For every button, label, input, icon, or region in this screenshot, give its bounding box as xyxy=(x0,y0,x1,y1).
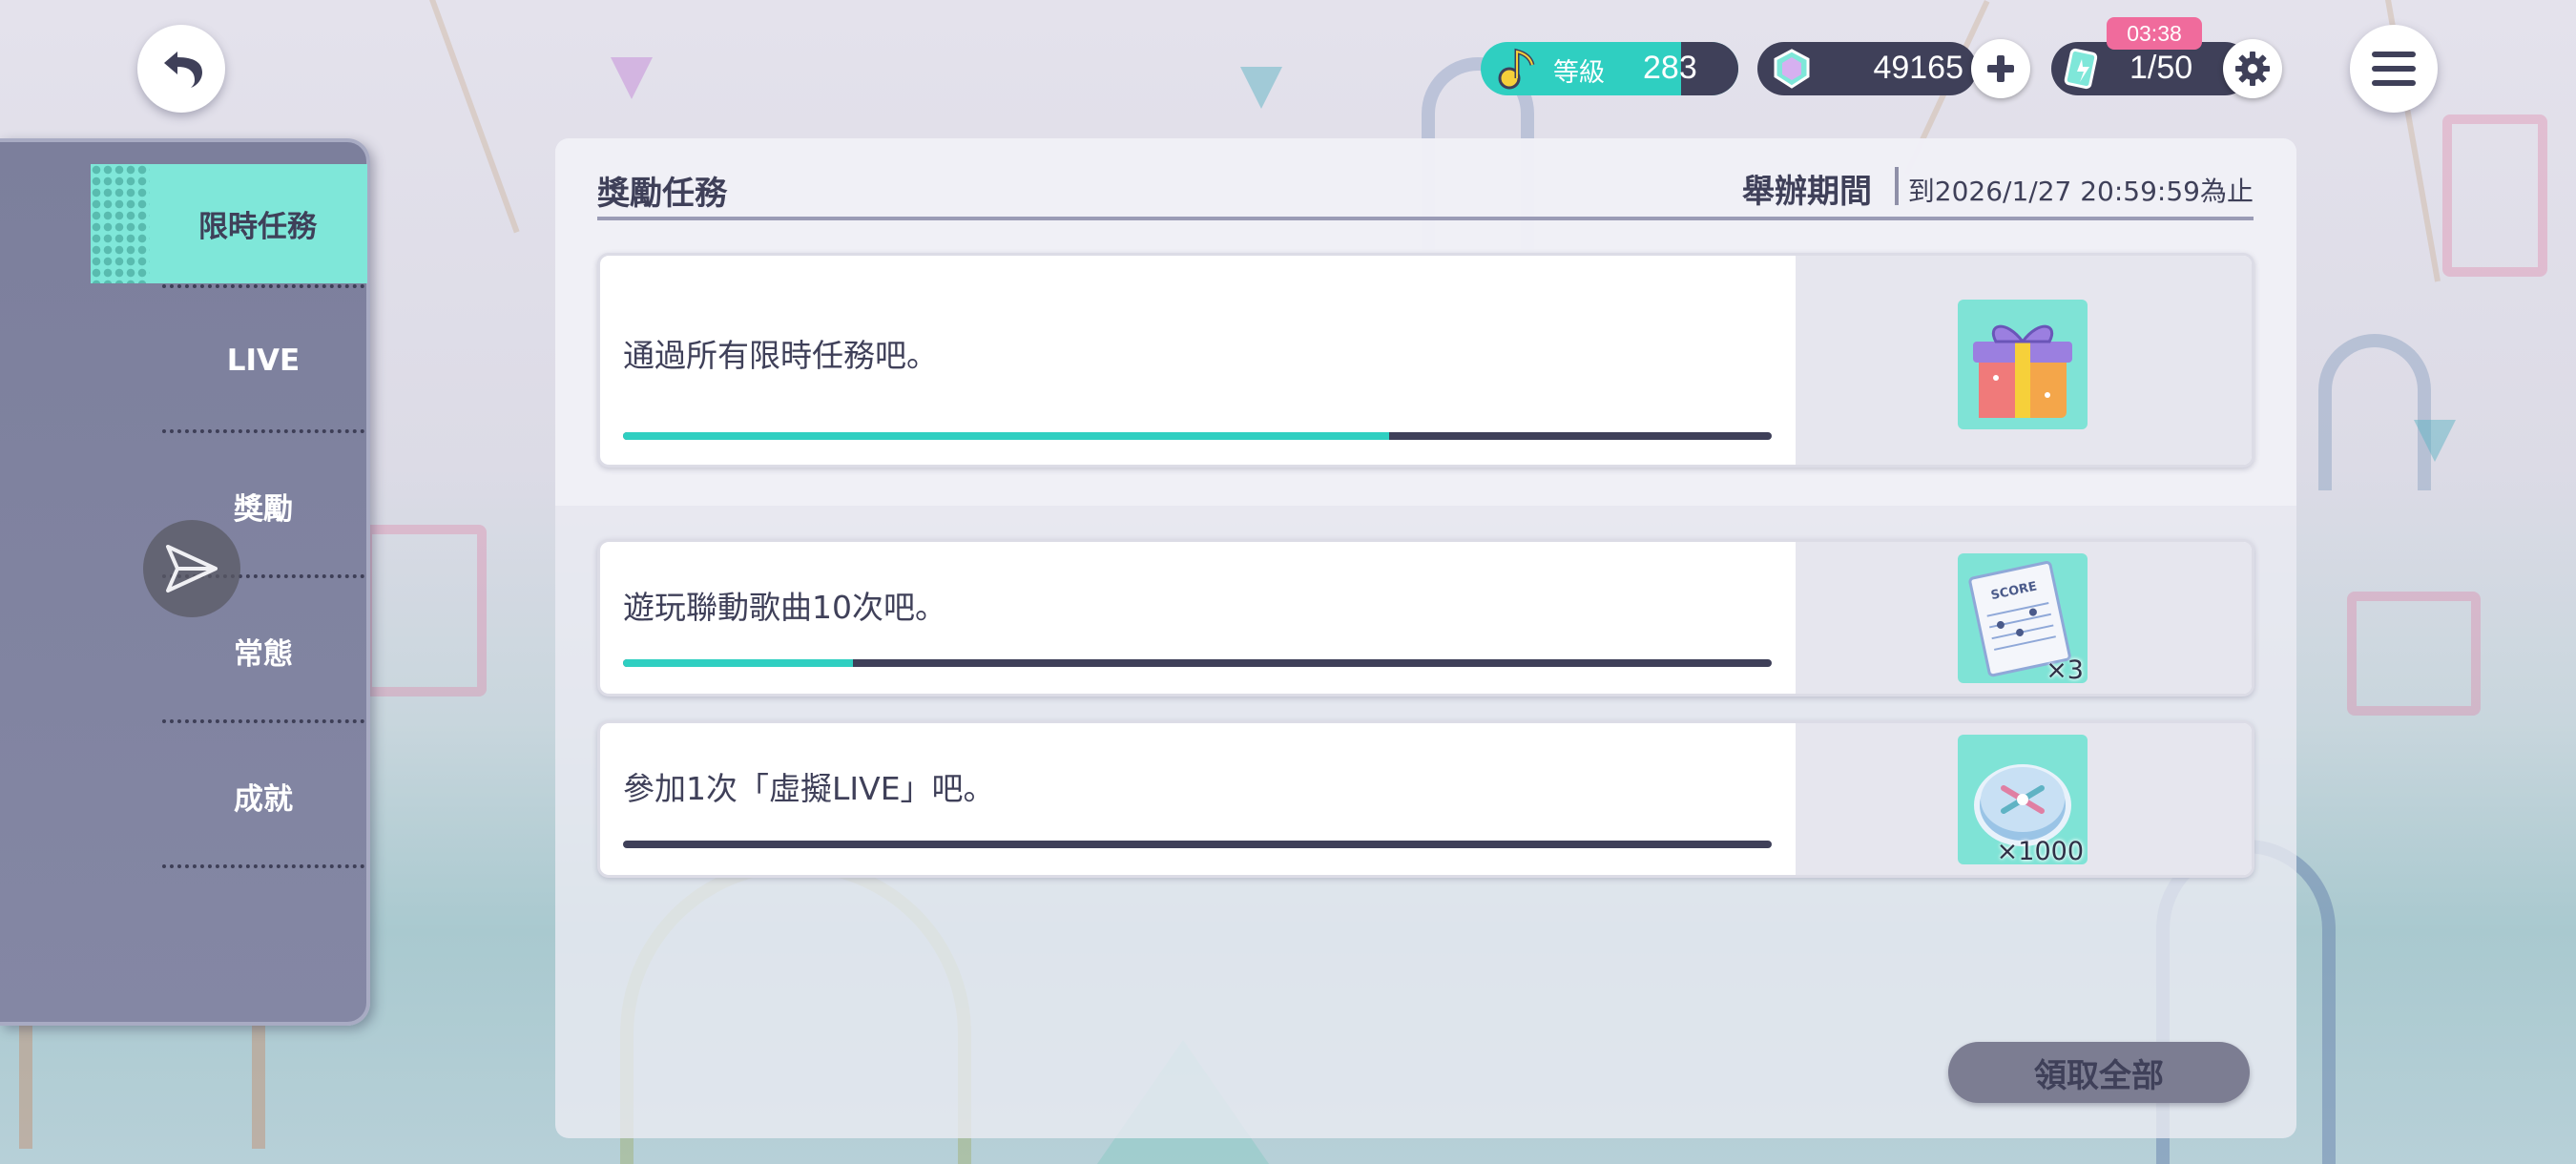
progress-fill xyxy=(623,432,1390,440)
mission-progress-bar xyxy=(623,432,1772,440)
paper-plane-icon xyxy=(166,545,218,592)
reward-quantity: ×1000 xyxy=(1996,837,2084,866)
level-label: 等級 xyxy=(1553,58,1605,88)
sidebar-item-live[interactable]: LIVE xyxy=(162,288,364,433)
hamburger-menu-icon xyxy=(2372,52,2416,86)
sidebar-item-label: 常態 xyxy=(234,636,293,672)
sidebar-item-label: 成就 xyxy=(234,781,293,817)
sidebar-item-label: LIVE xyxy=(226,343,301,378)
sidebar-item-label: 獎勵 xyxy=(234,491,293,527)
reward-area: ×1000 xyxy=(1796,723,2252,875)
gem-currency-display: 49165 xyxy=(1757,42,1977,95)
panel-title: 獎勵任務 xyxy=(597,175,727,213)
level-display: 等級 283 xyxy=(1481,42,1738,95)
back-button[interactable] xyxy=(137,25,225,113)
reward-missions-panel: 獎勵任務 舉辦期間 到2026/1/27 20:59:59為止 通過所有限時任務… xyxy=(555,138,2296,1138)
claim-all-button[interactable]: 領取全部 xyxy=(1948,1042,2250,1103)
stamina-display: 1/50 xyxy=(2051,42,2252,95)
gem-icon xyxy=(1771,48,1813,94)
gear-icon xyxy=(2235,52,2270,86)
reward-quantity: ×3 xyxy=(2046,655,2084,685)
gem-count: 49165 xyxy=(1873,50,1963,86)
panel-header: 獎勵任務 舉辦期間 到2026/1/27 20:59:59為止 xyxy=(597,159,2254,220)
mission-progress-bar xyxy=(623,841,1772,848)
event-period-value: 到2026/1/27 20:59:59為止 xyxy=(1907,176,2254,207)
floating-assist-button[interactable] xyxy=(143,520,240,617)
back-arrow-icon xyxy=(164,52,202,88)
mission-progress-bar xyxy=(623,659,1772,667)
plus-icon xyxy=(1987,55,2014,82)
stamina-count: 1/50 xyxy=(2129,50,2193,86)
stamina-timer: 03:38 xyxy=(2127,20,2182,46)
claim-all-label: 領取全部 xyxy=(2034,1056,2164,1095)
reward-area xyxy=(1796,256,2252,465)
mission-text: 參加1次「虛擬LIVE」吧。 xyxy=(623,770,995,807)
sidebar-divider xyxy=(162,864,364,868)
score-sheet-icon: SCORE ×3 xyxy=(1958,553,2088,685)
mission-card[interactable]: 遊玩聯動歌曲10次吧。 SCORE ×3 xyxy=(597,539,2254,696)
settings-button[interactable] xyxy=(2223,39,2282,98)
stamina-card-icon xyxy=(2061,46,2105,95)
sidebar-item-label: 限時任務 xyxy=(198,210,317,244)
mission-card[interactable]: 通過所有限時任務吧。 xyxy=(597,253,2254,468)
menu-button[interactable] xyxy=(2350,25,2438,113)
mission-text: 遊玩聯動歌曲10次吧。 xyxy=(623,589,946,626)
mission-card[interactable]: 參加1次「虛擬LIVE」吧。 ×1000 xyxy=(597,720,2254,878)
progress-fill xyxy=(623,659,853,667)
level-value: 283 xyxy=(1643,50,1697,86)
compass-coin-icon: ×1000 xyxy=(1958,735,2088,866)
dot-pattern-decoration xyxy=(91,164,150,283)
reward-area: SCORE ×3 xyxy=(1796,542,2252,694)
sidebar-item-limited-missions[interactable]: 限時任務 xyxy=(91,164,367,283)
add-currency-button[interactable] xyxy=(1971,39,2030,98)
stamina-timer-badge: 03:38 xyxy=(2107,17,2202,50)
mission-text: 通過所有限時任務吧。 xyxy=(623,337,938,374)
gift-box-icon xyxy=(1958,300,2088,429)
music-note-icon xyxy=(1494,46,1540,95)
event-period-label: 舉辦期間 xyxy=(1742,173,1872,211)
header-separator xyxy=(1895,167,1899,205)
sidebar-item-achievements[interactable]: 成就 xyxy=(162,723,364,868)
